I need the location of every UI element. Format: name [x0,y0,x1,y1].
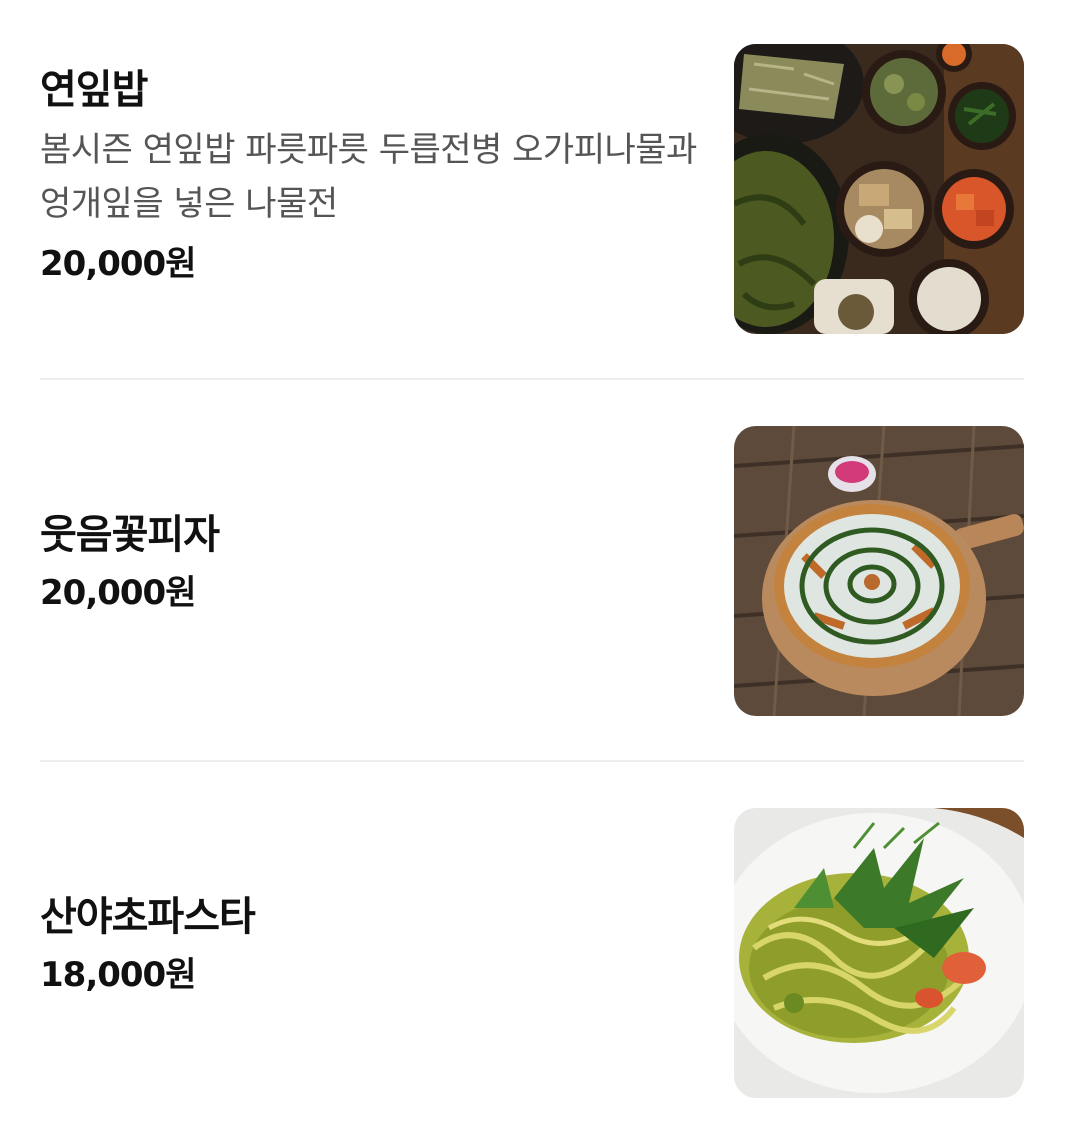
menu-item-lotus-rice[interactable]: 연잎밥 봄시즌 연잎밥 파릇파릇 두릅전병 오가피나물과 엉개잎을 넣은 나물전… [40,0,1024,380]
menu-item-text: 웃음꽃피자 20,000원 [40,510,700,616]
menu-item-text: 산야초파스타 18,000원 [40,892,700,998]
menu-item-description: 봄시즌 연잎밥 파릇파릇 두릅전병 오가피나물과 엉개잎을 넣은 나물전 [40,130,697,224]
menu-item-pasta[interactable]: 산야초파스타 18,000원 [40,762,1024,1128]
menu-item-name: 연잎밥 [40,67,148,113]
menu-item-price: 20,000원 [40,573,196,613]
menu-item-text: 연잎밥 봄시즌 연잎밥 파릇파릇 두릅전병 오가피나물과 엉개잎을 넣은 나물전… [40,65,700,287]
pizza-photo[interactable] [734,426,1024,716]
menu-item-price: 18,000원 [40,955,196,995]
menu-item-pizza[interactable]: 웃음꽃피자 20,000원 [40,380,1024,762]
wild-herb-pasta-photo[interactable] [734,808,1024,1098]
menu-item-name: 웃음꽃피자 [40,512,220,558]
menu-item-price: 20,000원 [40,244,196,284]
lotus-leaf-rice-set-photo[interactable] [734,44,1024,334]
menu-item-name: 산야초파스타 [40,894,256,940]
